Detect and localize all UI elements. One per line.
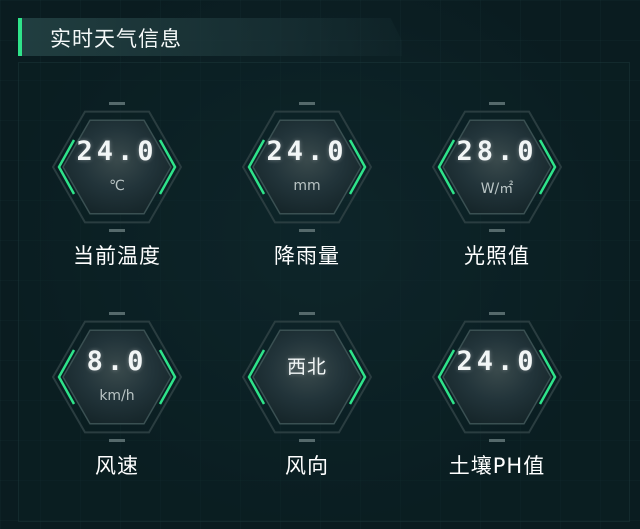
hexagon-inner-face xyxy=(62,329,172,425)
metric-card-wind-speed: 8.0 km/h 风速 xyxy=(42,312,192,482)
metric-card-soil-ph: 24.0 土壤PH值 xyxy=(422,312,572,482)
hexagon-inner-face xyxy=(252,119,362,215)
hexagon-frame xyxy=(242,102,372,232)
hexagon-icon xyxy=(242,102,372,232)
hexagon-inner-face xyxy=(442,119,552,215)
hexagon-frame xyxy=(432,312,562,442)
hexagon-bottom-tick xyxy=(299,229,315,232)
hexagon-top-tick xyxy=(489,312,505,315)
hexagon-bottom-tick xyxy=(109,229,125,232)
rainfall-label: 降雨量 xyxy=(274,244,340,268)
hexagon-frame xyxy=(432,102,562,232)
hexagon-top-tick xyxy=(489,102,505,105)
hexagon-icon xyxy=(432,102,562,232)
section-header: 实时天气信息 xyxy=(18,18,402,56)
soil-ph-label: 土壤PH值 xyxy=(448,454,546,478)
metric-card-rainfall: 24.0 mm 降雨量 xyxy=(232,102,382,272)
metric-card-light: 28.0 W/㎡ 光照值 xyxy=(422,102,572,272)
hexagon-top-tick xyxy=(299,102,315,105)
metric-card-wind-direction: 西北 风向 xyxy=(232,312,382,482)
metric-card-temperature: 24.0 ℃ 当前温度 xyxy=(42,102,192,272)
light-label: 光照值 xyxy=(464,244,530,268)
hexagon-bottom-tick xyxy=(489,439,505,442)
hexagon-icon xyxy=(242,312,372,442)
hexagon-inner-face xyxy=(252,329,362,425)
hexagon-bottom-tick xyxy=(299,439,315,442)
wind-direction-label: 风向 xyxy=(285,454,329,478)
hexagon-top-tick xyxy=(109,102,125,105)
hexagon-inner-face xyxy=(442,329,552,425)
hexagon-frame xyxy=(52,102,182,232)
header-accent-bar xyxy=(18,18,22,56)
hexagon-frame xyxy=(242,312,372,442)
wind-speed-label: 风速 xyxy=(95,454,139,478)
hexagon-icon xyxy=(52,312,182,442)
hexagon-bottom-tick xyxy=(489,229,505,232)
temperature-label: 当前温度 xyxy=(73,244,161,268)
hexagon-frame xyxy=(52,312,182,442)
hexagon-icon xyxy=(52,102,182,232)
hexagon-icon xyxy=(432,312,562,442)
hexagon-top-tick xyxy=(299,312,315,315)
section-title: 实时天气信息 xyxy=(50,27,182,51)
hexagon-bottom-tick xyxy=(109,439,125,442)
hexagon-inner-face xyxy=(62,119,172,215)
hexagon-top-tick xyxy=(109,312,125,315)
